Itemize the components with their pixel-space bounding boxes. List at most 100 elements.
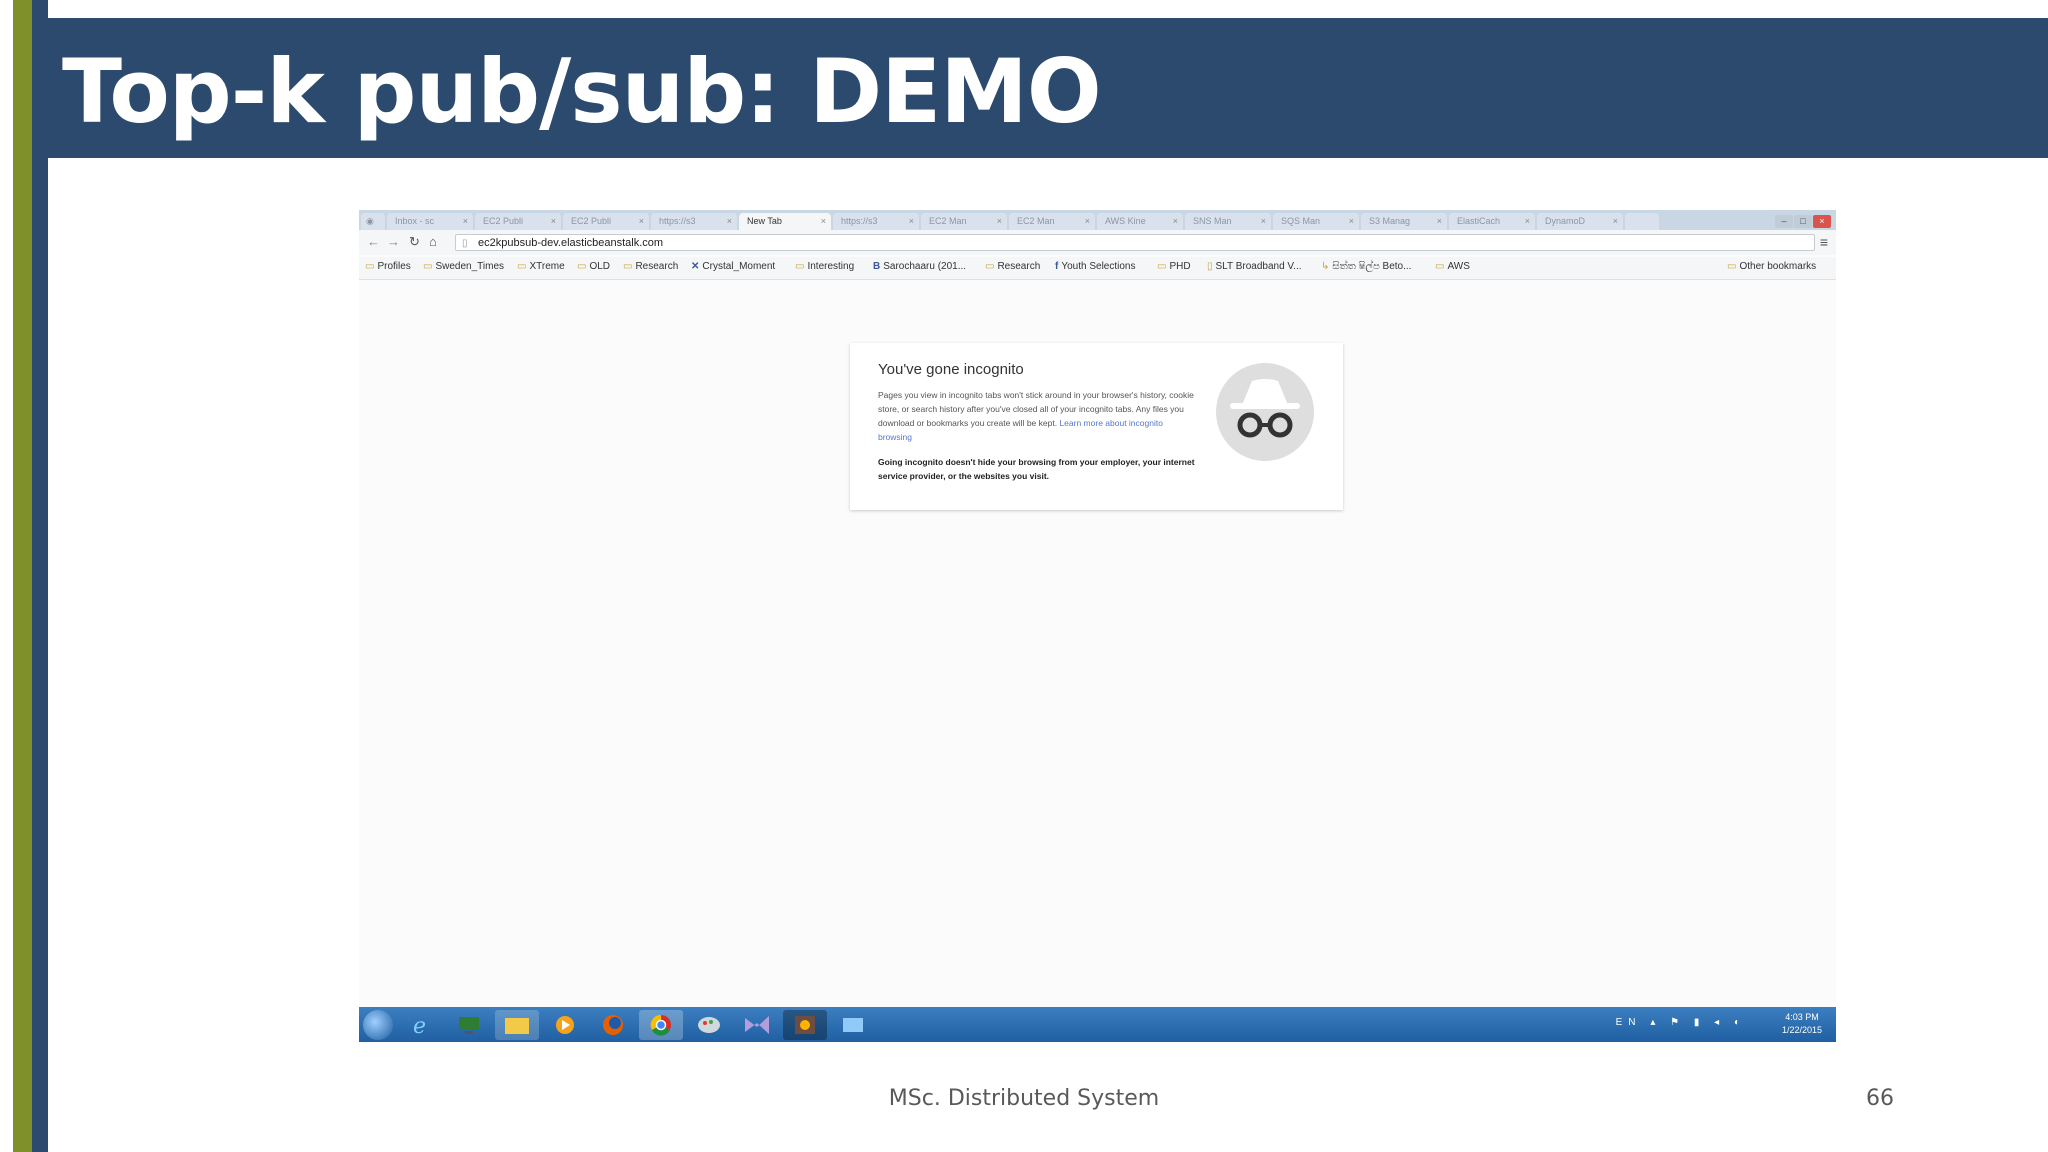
bookmark-item[interactable]: B Sarochaaru (201... [873,261,966,272]
tab-label: EC2 Man [1017,216,1055,226]
tab-9[interactable]: SNS Man × [1185,213,1271,230]
bookmark-item[interactable]: ▭ XTreme [517,261,565,272]
other-bookmarks[interactable]: ▭ Other bookmarks [1727,261,1816,272]
tab-label: Inbox - sc [395,216,435,226]
close-icon[interactable]: × [1261,213,1266,230]
close-icon[interactable]: × [997,213,1002,230]
clock[interactable]: 4:03 PM 1/22/2015 [1782,1011,1822,1037]
bookmark-item[interactable]: ▯ SLT Broadband V... [1207,261,1302,272]
close-icon[interactable]: × [1613,213,1618,230]
tab-6[interactable]: EC2 Man × [921,213,1007,230]
forward-arrow-icon[interactable]: → [387,234,400,249]
slide-title: Top-k pub/sub: DEMO [62,40,1102,143]
bookmark-label: Sweden_Times [435,261,505,272]
incognito-card: You've gone incognito Pages you view in … [850,343,1343,510]
system-tray-icons[interactable]: EN ▴ ⚑ ▮ ◂ ◐ [1616,1017,1746,1028]
folder-icon: ▭ [365,261,375,272]
bookmark-item[interactable]: ▭ PHD [1157,261,1191,272]
minimize-icon[interactable]: – [1775,215,1793,228]
close-icon[interactable]: × [1349,213,1354,230]
address-bar[interactable]: ▯ ec2kpubsub-dev.elasticbeanstalk.com [455,234,1815,251]
tab-4[interactable]: New Tab × [739,213,831,230]
tab-3[interactable]: https://s3 × [651,213,737,230]
bookmark-label: Crystal_Moment [702,261,776,272]
tab-1[interactable]: EC2 Publi × [475,213,561,230]
file-explorer-icon[interactable] [495,1010,539,1040]
close-icon[interactable]: × [1173,213,1178,230]
bookmarks-bar: ▭ Profiles ▭ Sweden_Times ▭ XTreme ▭ OLD ▭ Re… [359,257,1836,280]
svg-text:e: e [413,1014,426,1039]
bookmark-item[interactable]: ▭ Interesting [795,261,854,272]
start-button[interactable] [363,1010,393,1040]
new-tab-button[interactable] [1625,213,1659,230]
close-icon[interactable]: × [463,213,468,230]
language-indicator[interactable]: EN [1616,1017,1642,1028]
browser-screenshot: ◉ Inbox - sc × EC2 Publi × EC2 Publi × http… [359,210,1836,1042]
tab-label: ElastiCach [1457,216,1501,226]
firefox-icon[interactable] [591,1010,635,1040]
folder-icon: ▭ [577,261,587,272]
tab-label: EC2 Publi [571,216,612,226]
bookmark-item[interactable]: ▭ OLD [577,261,610,272]
close-icon[interactable]: × [1085,213,1090,230]
tab-11[interactable]: S3 Manag × [1361,213,1447,230]
close-icon[interactable]: × [821,213,826,230]
folder-icon: ▭ [985,261,995,272]
paint-icon[interactable] [687,1010,731,1040]
tab-label: https://s3 [841,216,878,226]
bookmark-label: Research [635,261,679,272]
bookmark-label: Sarochaaru (201... [883,261,967,272]
folder-icon: ▭ [1727,261,1737,272]
bookmark-item[interactable]: ▭ Research [985,261,1040,272]
menu-icon[interactable]: ≡ [1820,234,1828,250]
home-icon[interactable]: ⌂ [429,234,437,249]
tab-2[interactable]: EC2 Publi × [563,213,649,230]
tab-12[interactable]: ElastiCach × [1449,213,1535,230]
window-close-icon[interactable]: × [1813,215,1831,228]
address-text: ec2kpubsub-dev.elasticbeanstalk.com [478,237,664,249]
bookmark-label: Interesting [807,261,855,272]
tab-7[interactable]: EC2 Man × [1009,213,1095,230]
ie-icon[interactable]: e [399,1010,443,1040]
tab-8[interactable]: AWS Kine × [1097,213,1183,230]
accent-stripe-green [13,0,32,1152]
bookmark-item[interactable]: ↳ සිත්ත ෂිල්ප Beto... [1321,261,1411,272]
clock-time: 4:03 PM [1785,1012,1819,1022]
bookmark-item[interactable]: ▭ Research [623,261,678,272]
tab-5[interactable]: https://s3 × [833,213,919,230]
back-arrow-icon[interactable]: ← [367,234,380,249]
tab-0[interactable]: Inbox - sc × [387,213,473,230]
page-icon: ▯ [1207,261,1213,272]
incognito-badge-icon: ◉ [361,213,385,230]
incognito-warning: Going incognito doesn't hide your browsi… [878,457,1195,481]
computer-icon[interactable] [447,1010,491,1040]
close-icon[interactable]: × [639,213,644,230]
tab-13[interactable]: DynamoD × [1537,213,1623,230]
tab-label: https://s3 [659,216,696,226]
app-icon[interactable] [783,1010,827,1040]
close-icon[interactable]: × [1525,213,1530,230]
bookmark-label: SLT Broadband V... [1215,261,1302,272]
close-icon[interactable]: × [727,213,732,230]
incognito-heading: You've gone incognito [878,361,1024,378]
screen-recorder-icon[interactable] [831,1010,875,1040]
bookmark-item[interactable]: ▭ Sweden_Times [423,261,504,272]
maximize-icon[interactable]: □ [1794,215,1812,228]
close-icon[interactable]: × [909,213,914,230]
media-player-icon[interactable] [543,1010,587,1040]
close-icon[interactable]: × [551,213,556,230]
bookmark-item[interactable]: ✕ Crystal_Moment [691,261,775,272]
facebook-icon: f [1055,261,1059,272]
close-icon[interactable]: × [1437,213,1442,230]
page-icon: B [873,261,881,272]
bookmark-item[interactable]: f Youth Selections [1055,261,1135,272]
page-icon: ▯ [462,238,468,249]
bookmark-item[interactable]: ▭ Profiles [365,261,411,272]
reload-icon[interactable]: ↻ [409,234,420,250]
incognito-body: Pages you view in incognito tabs won't s… [878,388,1198,444]
chrome-icon[interactable] [639,1010,683,1040]
bookmark-label: PHD [1169,261,1191,272]
tab-10[interactable]: SQS Man × [1273,213,1359,230]
visual-studio-icon[interactable] [735,1010,779,1040]
bookmark-item[interactable]: ▭ AWS [1435,261,1470,272]
